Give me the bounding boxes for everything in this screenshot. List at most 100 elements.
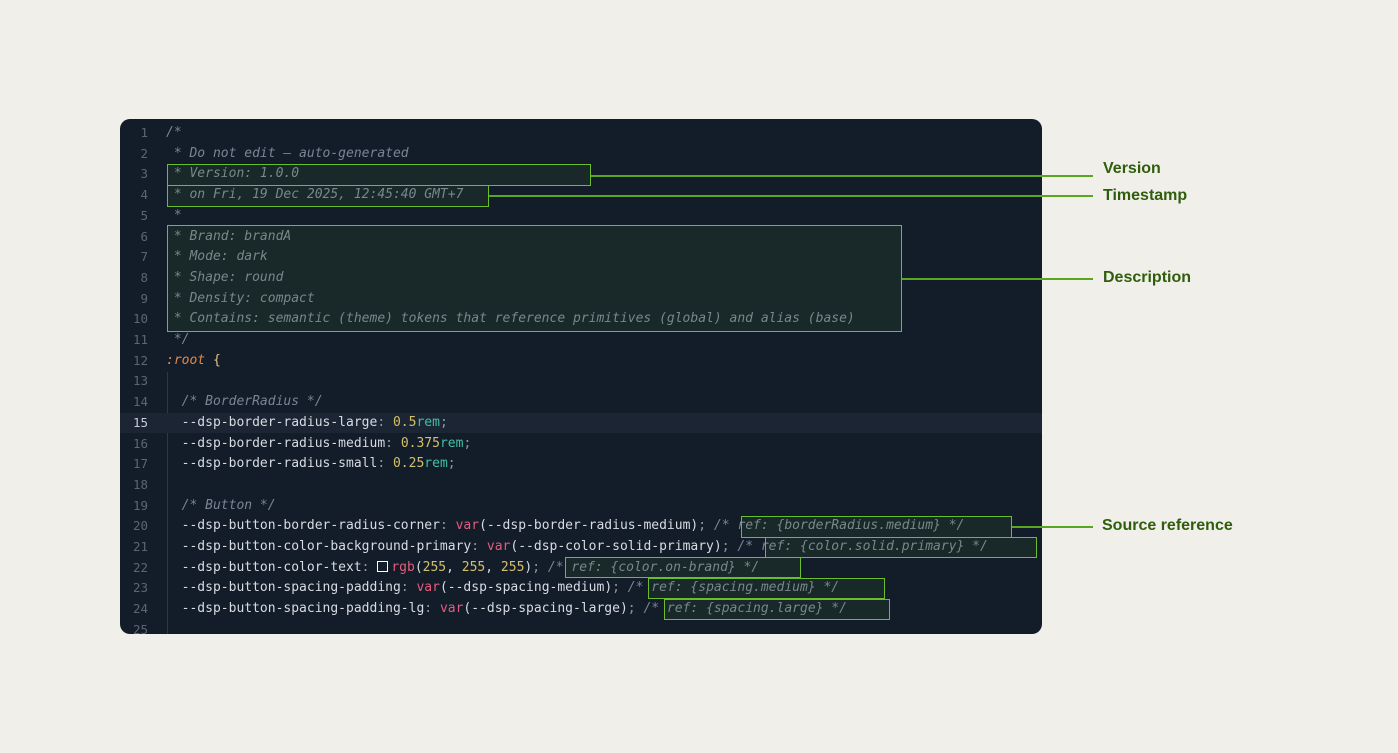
source-ref-callout-line [1012,526,1093,528]
code-token: { [212,352,221,368]
timestamp-highlight [167,185,489,207]
code-token: ; [627,601,644,617]
description-highlight [167,225,902,332]
code-token: : [439,518,456,534]
code-line[interactable]: 18 [120,475,1042,495]
code-line[interactable]: 17 --dsp-border-radius-small: 0.25rem; [120,454,1042,474]
line-code: * Do not edit — auto-generated [166,144,409,164]
code-token: , [446,559,462,575]
timestamp-label: Timestamp [1103,187,1188,204]
line-code: /* Button */ [166,496,276,516]
line-number: 13 [132,373,148,389]
line-number: 20 [132,518,148,534]
line-number: 10 [132,311,148,327]
code-line[interactable]: 1 /* [120,123,1042,143]
code-line[interactable]: 14 /* BorderRadius */ [120,392,1042,412]
line-number: 25 [132,621,148,634]
line-code: * [166,206,182,226]
code-line[interactable]: 13 [120,371,1042,391]
code-line[interactable]: 25 [120,620,1042,634]
version-label: Version [1103,160,1161,177]
code-token: --dsp-button-color-text [166,559,362,575]
code-token: (--dsp-color-solid-primary) [510,539,722,554]
source-ref-highlight-24 [664,599,890,620]
code-token: rem [439,435,464,451]
code-line[interactable]: 24 --dsp-button-spacing-padding-lg: var(… [120,599,1042,619]
line-number: 1 [140,125,148,140]
source-ref-highlight-21 [765,537,1037,558]
code-token: ; [439,414,448,430]
code-token: ; [721,539,738,554]
line-number: 23 [132,580,148,596]
code-line[interactable]: 19 /* Button */ [120,496,1042,516]
code-token: * [166,207,182,223]
line-number: 9 [140,290,148,306]
line-number: 22 [132,559,148,575]
code-line[interactable]: 23 --dsp-button-spacing-padding: var(--d… [120,578,1042,598]
code-token: ; [447,456,456,472]
line-code: --dsp-border-radius-small: 0.25rem; [166,454,456,474]
code-token: :root [166,352,206,368]
code-token: 255 [422,559,447,575]
code-line[interactable]: 11 */ [120,330,1042,350]
description-label: Description [1103,269,1192,286]
source-ref-highlight-22 [565,557,801,578]
code-token: : [361,559,378,575]
line-number: 4 [140,187,148,203]
code-token: * Do not edit — auto-generated [166,145,409,161]
line-number: 12 [132,352,148,368]
code-line[interactable]: 5 * [120,206,1042,226]
version-callout-line [591,175,1093,177]
code-line[interactable]: 16 --dsp-border-radius-medium: 0.375rem; [120,434,1042,454]
source-ref-highlight-23 [648,578,885,599]
code-token: (--dsp-border-radius-medium) [479,518,699,534]
code-token: rgb [391,559,415,575]
code-token: /* Button */ [166,497,276,513]
code-token: 0.5 [392,414,417,430]
code-line[interactable]: 2 * Do not edit — auto-generated [120,144,1042,164]
code-token: --dsp-button-border-radius-corner [166,518,440,534]
code-token: ( [414,559,423,575]
code-token: ; [532,559,548,575]
code-token: var [486,539,511,554]
line-number: 8 [140,269,148,285]
code-token: 0.25 [392,456,425,472]
line-code: /* [166,123,182,143]
code-line[interactable]: 15 --dsp-border-radius-large: 0.5rem; [120,412,1042,433]
code-token: : [385,435,401,451]
line-number: 14 [132,394,148,410]
code-token: : [377,414,393,430]
code-token: rem [424,456,448,472]
line-number: 7 [140,249,148,265]
source-reference-label: Source reference [1102,517,1233,534]
code-token: --dsp-button-spacing-padding [166,580,401,596]
code-token: var [439,601,464,617]
color-swatch-icon[interactable] [377,560,389,572]
line-number: 3 [140,166,148,182]
line-number: 5 [140,207,148,223]
line-number: 16 [132,435,148,451]
code-token: : [377,456,393,472]
code-token: --dsp-button-spacing-padding-lg [166,601,425,617]
line-number: 19 [132,497,148,513]
version-highlight [167,164,591,186]
code-token: , [485,559,501,575]
code-token: (--dsp-spacing-large) [463,601,628,617]
line-number: 24 [132,601,148,617]
code-token: 255 [461,559,486,575]
line-code: --dsp-border-radius-medium: 0.375rem; [166,434,472,454]
line-code: :root { [166,351,221,371]
code-token: --dsp-button-color-background-primary [166,539,472,554]
line-code: */ [166,330,190,350]
code-line[interactable]: 12 :root { [120,351,1042,371]
code-token: (--dsp-spacing-medium) [439,580,613,596]
code-token: var [455,518,480,534]
code-token: */ [166,332,190,347]
line-number: 2 [140,145,148,161]
code-token: rem [416,414,440,430]
code-token: /* BorderRadius */ [166,394,323,410]
line-number: 6 [140,228,148,244]
line-number: 17 [132,456,148,472]
code-token: 255 [500,559,525,575]
